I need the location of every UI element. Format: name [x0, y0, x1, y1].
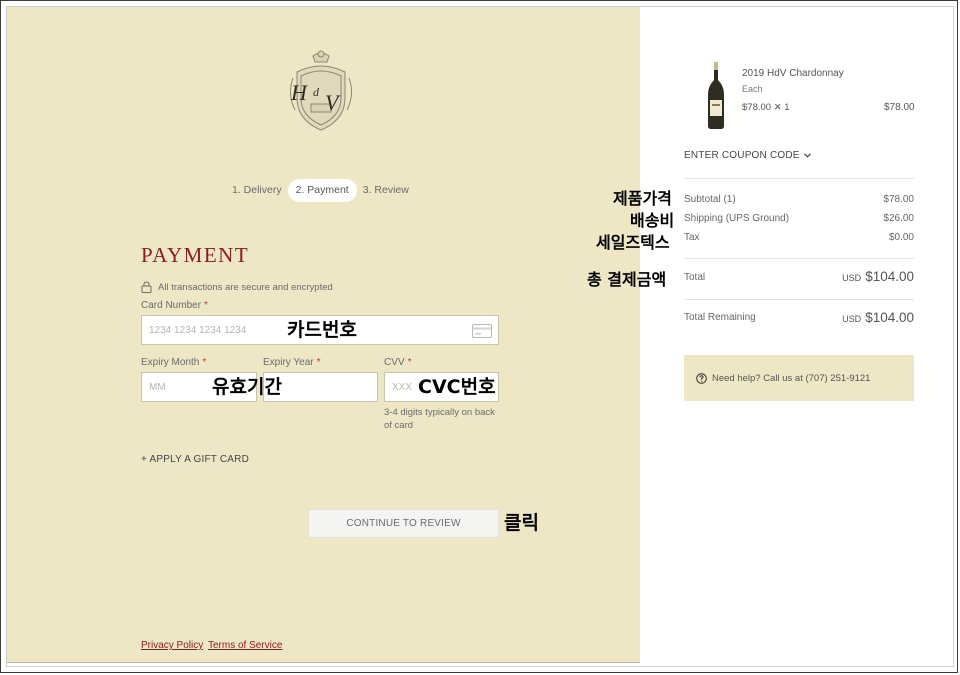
- annotation-shipping: 배송비: [630, 211, 675, 230]
- step-delivery[interactable]: 1. Delivery: [226, 179, 288, 202]
- annotation-card-number: 카드번호: [287, 319, 357, 341]
- annotation-click: 클릭: [504, 512, 539, 534]
- annotation-cvc: CVC번호: [418, 376, 496, 398]
- annotation-total-payment: 총 결제금액: [587, 270, 667, 289]
- divider: [684, 299, 914, 300]
- annotation-product-price: 제품가격: [613, 189, 672, 208]
- continue-to-review-button[interactable]: CONTINUE TO REVIEW: [308, 509, 499, 538]
- step-payment[interactable]: 2. Payment: [287, 179, 357, 202]
- cvv-placeholder: XXX: [392, 381, 413, 393]
- help-text[interactable]: Need help? Call us at (707) 251-9121: [712, 373, 870, 384]
- page-title: PAYMENT: [141, 243, 250, 267]
- total-remaining-value: USD $104.00: [842, 310, 914, 325]
- svg-text:d: d: [313, 85, 320, 99]
- expiry-year-label: Expiry Year *: [263, 357, 321, 368]
- step-review[interactable]: 3. Review: [357, 179, 415, 202]
- required-mark: *: [202, 357, 207, 368]
- tax-value: $0.00: [888, 232, 914, 243]
- tax-label: Tax: [684, 232, 700, 243]
- apply-gift-card-link[interactable]: + APPLY A GIFT CARD: [141, 454, 249, 465]
- divider: [684, 258, 914, 259]
- cvv-help-text: 3-4 digits typically on back of card: [384, 407, 495, 431]
- cvv-label: CVV *: [384, 357, 411, 368]
- expiry-year-label-text: Expiry Year: [263, 357, 314, 368]
- total-currency: USD: [842, 273, 862, 283]
- lock-icon: [141, 281, 152, 293]
- expiry-month-placeholder: MM: [149, 381, 166, 393]
- total-remaining-label: Total Remaining: [684, 312, 756, 323]
- total-amount: $104.00: [865, 269, 914, 284]
- divider: [684, 178, 914, 179]
- cvv-label-text: CVV: [384, 357, 405, 368]
- wine-bottle-icon: [708, 62, 724, 129]
- secure-note: All transactions are secure and encrypte…: [141, 281, 333, 293]
- annotation-expiry: 유효기간: [212, 376, 282, 398]
- product-price: $78.00: [884, 102, 915, 113]
- product-qty: $78.00 ✕ 1: [742, 102, 790, 113]
- credit-card-icon: [472, 324, 492, 338]
- total-label: Total: [684, 272, 706, 283]
- help-box: Need help? Call us at (707) 251-9121: [684, 355, 914, 401]
- remaining-currency: USD: [842, 314, 862, 324]
- chevron-down-icon: [803, 153, 811, 158]
- required-mark: *: [407, 357, 412, 368]
- coupon-label: ENTER COUPON CODE: [684, 150, 800, 161]
- enter-coupon-code-toggle[interactable]: ENTER COUPON CODE: [684, 150, 811, 161]
- subtotal-value: $78.00: [883, 194, 914, 205]
- required-mark: *: [316, 357, 321, 368]
- remaining-amount: $104.00: [865, 310, 914, 325]
- expiry-month-label-text: Expiry Month: [141, 357, 200, 368]
- product-unit: Each: [742, 84, 763, 94]
- total-value: USD $104.00: [842, 269, 914, 284]
- question-circle-icon: [696, 372, 707, 384]
- required-mark: *: [204, 300, 208, 311]
- expiry-month-label: Expiry Month *: [141, 357, 206, 368]
- secure-note-text: All transactions are secure and encrypte…: [158, 281, 333, 293]
- checkout-steps: 1. Delivery 2. Payment 3. Review: [226, 179, 415, 202]
- card-number-label-text: Card Number: [141, 300, 202, 311]
- card-number-label: Card Number *: [141, 300, 208, 311]
- svg-text:H: H: [290, 80, 308, 105]
- card-number-placeholder: 1234 1234 1234 1234: [149, 324, 247, 336]
- privacy-policy-link[interactable]: Privacy Policy: [141, 640, 203, 651]
- shipping-label: Shipping (UPS Ground): [684, 213, 790, 224]
- annotation-sales-tax: 세일즈텍스: [596, 233, 670, 252]
- crest-logo[interactable]: H d V: [283, 48, 359, 134]
- product-name: 2019 HdV Chardonnay: [742, 68, 844, 79]
- subtotal-label: Subtotal (1): [684, 194, 736, 205]
- terms-of-service-link[interactable]: Terms of Service: [208, 640, 282, 651]
- shipping-value: $26.00: [883, 213, 914, 224]
